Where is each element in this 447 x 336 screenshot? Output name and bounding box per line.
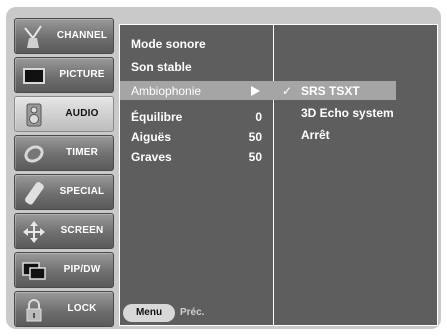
checkmark-icon: ✓ xyxy=(282,84,293,98)
menu-item-value: 50 xyxy=(248,150,262,164)
antenna-icon xyxy=(24,25,42,48)
menu-item-label: Ambiophonie xyxy=(131,84,202,98)
clock-icon xyxy=(24,145,44,163)
option-3d-echo-system[interactable]: 3D Echo system xyxy=(281,103,431,123)
sidebar-item-timer[interactable]: TIMER xyxy=(14,135,114,171)
sidebar-item-label: PIP/DW xyxy=(63,264,101,275)
sidebar-item-label: LOCK xyxy=(67,303,97,314)
sidebar-item-screen[interactable]: SCREEN xyxy=(14,213,114,249)
sidebar-item-audio[interactable]: AUDIO xyxy=(14,96,114,132)
back-label: Préc. xyxy=(180,307,205,318)
option-label: SRS TSXT xyxy=(301,84,360,98)
sidebar-item-label: SPECIAL xyxy=(59,186,105,197)
sidebar-item-picture[interactable]: PICTURE xyxy=(14,57,114,93)
menu-button[interactable]: Menu xyxy=(123,304,175,322)
menu-item-label: Graves xyxy=(131,150,172,164)
menu-item-value: 50 xyxy=(248,130,262,144)
option-srs-tsxt[interactable]: ✓ SRS TSXT xyxy=(281,81,431,101)
sidebar-item-label: CHANNEL xyxy=(56,30,108,41)
sidebar-item-label: SCREEN xyxy=(60,225,104,236)
menu-item-label: Équilibre xyxy=(131,110,183,124)
menu-item-aigues[interactable]: Aiguës 50 xyxy=(121,127,272,147)
option-arret[interactable]: Arrêt xyxy=(281,125,431,145)
menu-item-graves[interactable]: Graves 50 xyxy=(121,147,272,167)
option-label: 3D Echo system xyxy=(301,106,394,120)
menu-item-value: 0 xyxy=(255,110,262,124)
remote-icon xyxy=(25,182,44,205)
option-label: Arrêt xyxy=(301,128,330,142)
tv-screen-icon xyxy=(23,68,45,84)
menu-item-label: Mode sonore xyxy=(131,37,206,51)
move-arrows-icon xyxy=(23,221,45,243)
menu-item-son-stable[interactable]: Son stable xyxy=(121,57,272,77)
submenu-arrow-icon xyxy=(251,86,260,96)
pip-icon xyxy=(22,262,46,280)
sidebar-item-pip-dw[interactable]: PIP/DW xyxy=(14,252,114,288)
menu-item-label: Son stable xyxy=(131,60,192,74)
sidebar-item-special[interactable]: SPECIAL xyxy=(14,174,114,210)
category-sidebar: CHANNEL PICTURE AUDIO TIMER SPECIAL SCRE… xyxy=(14,18,114,327)
padlock-icon xyxy=(26,299,42,322)
sidebar-item-label: PICTURE xyxy=(59,69,105,80)
sidebar-item-label: AUDIO xyxy=(65,108,99,119)
menu-item-mode-sonore[interactable]: Mode sonore xyxy=(121,34,272,54)
sidebar-item-label: TIMER xyxy=(65,147,99,158)
menu-item-equilibre[interactable]: Équilibre 0 xyxy=(121,107,272,127)
sidebar-item-channel[interactable]: CHANNEL xyxy=(14,18,114,54)
speaker-icon xyxy=(26,103,42,127)
menu-item-label: Aiguës xyxy=(131,130,172,144)
sidebar-item-lock[interactable]: LOCK xyxy=(14,291,114,327)
submenu-panel xyxy=(274,24,438,326)
